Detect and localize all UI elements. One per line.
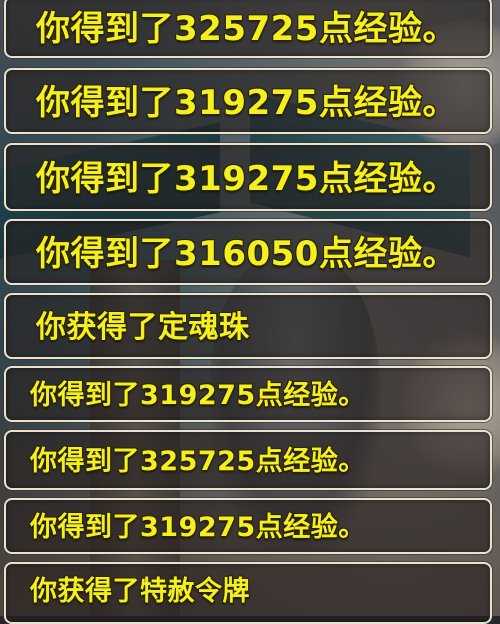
message-text: 你获得了定魂珠 xyxy=(36,310,250,345)
message-log: 你得到了325725点经验。 你得到了319275点经验。 你得到了319275… xyxy=(0,0,500,624)
message-text: 你得到了319275点经验。 xyxy=(36,83,457,123)
message-item: 你获得了定魂珠 xyxy=(4,293,492,359)
message-text: 你获得了特赦令牌 xyxy=(30,576,250,607)
message-item: 你得到了319275点经验。 xyxy=(4,143,492,211)
message-text: 你得到了316050点经验。 xyxy=(36,234,457,274)
message-item: 你得到了319275点经验。 xyxy=(4,68,492,134)
message-text: 你得到了325725点经验。 xyxy=(30,446,366,477)
message-item: 你得到了319275点经验。 xyxy=(4,498,492,554)
message-item: 你获得了特赦令牌 xyxy=(4,562,492,624)
message-item: 你得到了319275点经验。 xyxy=(4,366,492,422)
message-item: 你得到了325725点经验。 xyxy=(4,430,492,490)
message-text: 你得到了319275点经验。 xyxy=(30,512,366,543)
message-text: 你得到了325725点经验。 xyxy=(36,9,457,49)
message-item: 你得到了325725点经验。 xyxy=(4,0,492,58)
message-text: 你得到了319275点经验。 xyxy=(30,380,366,411)
message-text: 你得到了319275点经验。 xyxy=(36,159,457,199)
message-item: 你得到了316050点经验。 xyxy=(4,219,492,285)
